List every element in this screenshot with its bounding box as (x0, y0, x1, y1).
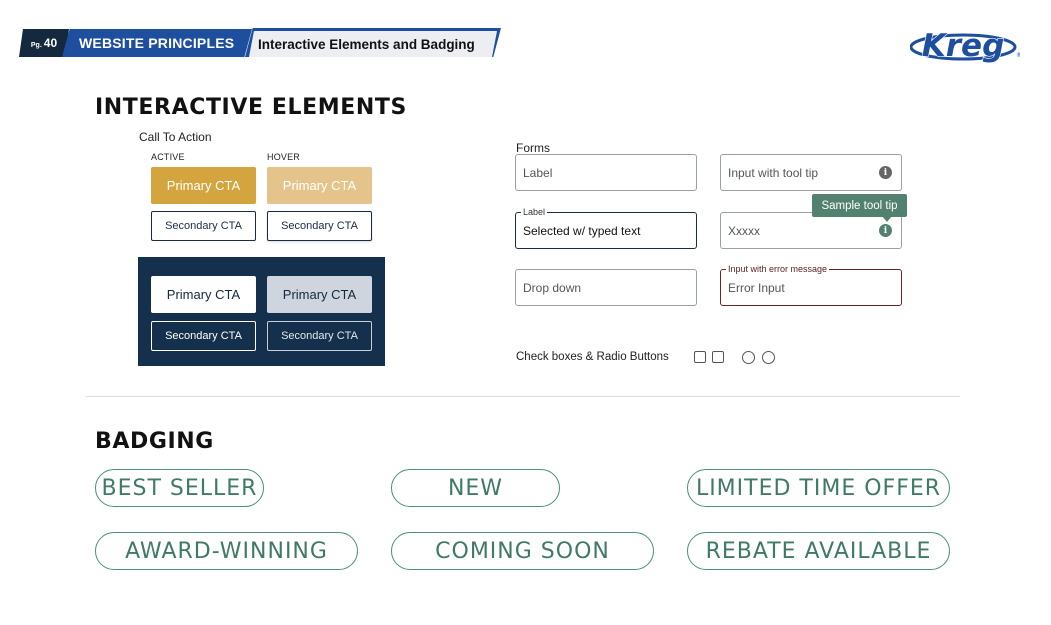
page-prefix: Pg. (30, 41, 42, 49)
logo-wordmark: Kreg (922, 28, 1005, 64)
primary-cta-hover-button[interactable]: Primary CTA (267, 167, 372, 204)
checkbox-radio-label: Check boxes & Radio Buttons (516, 351, 669, 363)
page-number: 40 (43, 36, 58, 50)
radio-2[interactable] (762, 351, 775, 364)
tooltip-input[interactable]: Input with tool tip (720, 154, 902, 191)
cta-section-label: Call To Action (139, 130, 212, 144)
badge-award-winning: AWARD-WINNING (95, 532, 358, 570)
primary-cta-dark-active-button[interactable]: Primary CTA (151, 276, 256, 313)
active-label: ACTIVE (151, 152, 185, 162)
radio-1[interactable] (742, 351, 755, 364)
selected-input-legend: Label (521, 207, 548, 217)
badge-limited-time-offer: LIMITED TIME OFFER (687, 469, 950, 507)
forms-label: Forms (516, 141, 550, 155)
tooltip-input-placeholder: Input with tool tip (728, 165, 819, 180)
selected-input[interactable]: Selected w/ typed text (515, 212, 697, 249)
page-subtitle: Interactive Elements and Badging (249, 31, 497, 57)
error-input-value: Error Input (728, 280, 785, 295)
checkbox-2[interactable] (712, 351, 724, 363)
badging-heading: BADGING (95, 429, 214, 454)
info-icon-active[interactable]: i (879, 224, 892, 237)
badge-rebate-available: REBATE AVAILABLE (687, 532, 950, 570)
error-input[interactable]: Error Input (720, 269, 902, 306)
secondary-cta-dark-active-button[interactable]: Secondary CTA (151, 321, 256, 351)
selected-input-value: Selected w/ typed text (523, 223, 641, 238)
badge-coming-soon: COMING SOON (391, 532, 654, 570)
tooltip-active-input[interactable]: Xxxxx (720, 212, 902, 249)
interactive-elements-heading: INTERACTIVE ELEMENTS (95, 95, 407, 120)
kreg-logo: Kreg ® (910, 28, 1020, 64)
badge-best-seller: BEST SELLER (95, 469, 264, 507)
sample-tooltip: Sample tool tip (812, 194, 907, 217)
dropdown-select[interactable]: Drop down (515, 269, 697, 306)
section-divider (86, 396, 960, 397)
dropdown-placeholder: Drop down (523, 280, 582, 295)
primary-cta-dark-hover-button[interactable]: Primary CTA (267, 276, 372, 313)
secondary-cta-dark-hover-button[interactable]: Secondary CTA (267, 321, 372, 351)
tooltip-active-placeholder: Xxxxx (728, 223, 761, 238)
error-input-legend: Input with error message (726, 264, 830, 274)
checkbox-1[interactable] (694, 351, 706, 363)
primary-cta-active-button[interactable]: Primary CTA (151, 167, 256, 204)
badge-new: NEW (391, 469, 560, 507)
section-title: WEBSITE PRINCIPLES (62, 29, 252, 57)
secondary-cta-active-button[interactable]: Secondary CTA (151, 211, 256, 241)
page-number-tab: Pg. 40 (19, 29, 69, 57)
secondary-cta-hover-button[interactable]: Secondary CTA (267, 211, 372, 241)
tooltip-arrow (882, 216, 892, 222)
registered-mark: ® (1016, 52, 1020, 59)
label-input-placeholder: Label (523, 165, 553, 180)
info-icon[interactable]: i (879, 166, 892, 179)
hover-label: HOVER (267, 152, 301, 162)
label-input[interactable]: Label (515, 154, 697, 191)
